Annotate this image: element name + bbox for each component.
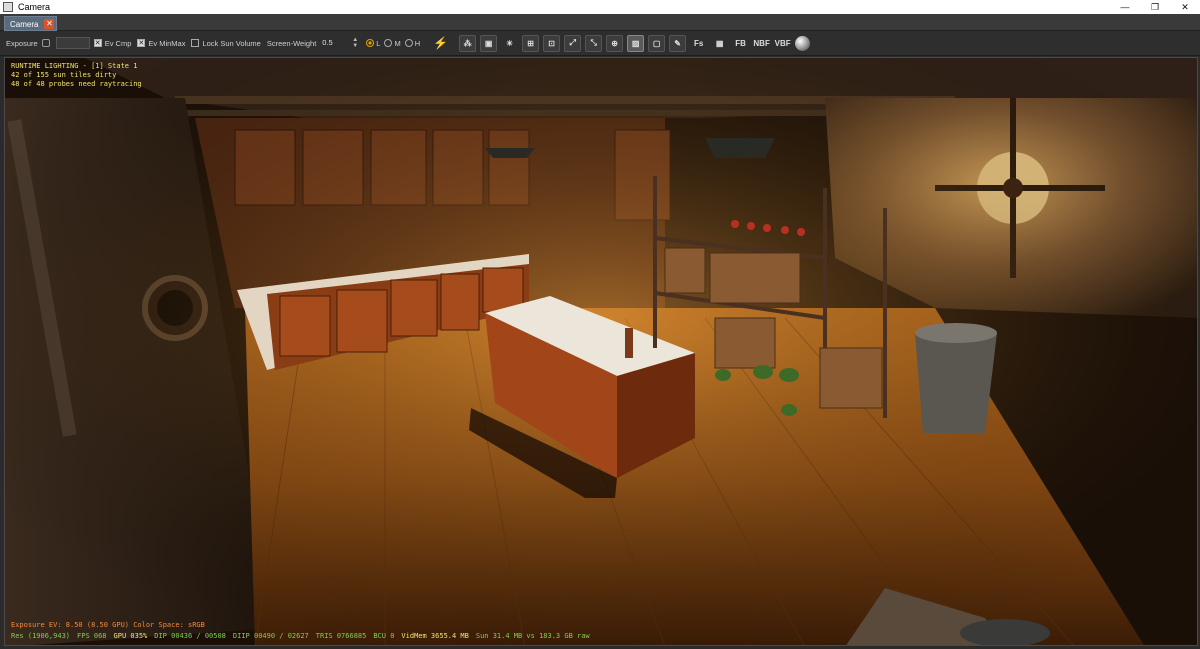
group-objects-icon[interactable]: ⁂ [459, 34, 477, 52]
stat-diip: DIIP 00490 / 02627 [232, 632, 309, 640]
app-icon [3, 2, 13, 12]
title-bar: Camera — ❐ ✕ [0, 0, 1200, 14]
material-sphere-icon[interactable] [795, 35, 811, 51]
window-controls: — ❐ ✕ [1110, 0, 1200, 14]
tab-camera[interactable]: Camera ✕ [4, 16, 58, 31]
stat-tris: TRIS 0766885 [315, 632, 367, 640]
ev-minmax-checkbox[interactable]: ✕ [137, 39, 146, 47]
add-view-icon[interactable]: ⊕ [606, 34, 624, 52]
frame-icon[interactable]: ▢ [648, 34, 666, 52]
stat-resolution: Res (1906,943) [11, 632, 71, 640]
stat-sun: Sun 31.4 MB vs 183.3 GB raw [475, 632, 590, 640]
collapse-icon[interactable]: ⤡ [585, 34, 603, 52]
sun-tiles-status: 42 of 155 sun tiles dirty [11, 71, 117, 79]
quality-medium-radio[interactable] [384, 39, 393, 47]
window-title: Camera [18, 2, 51, 12]
lock-sun-volume-toggle[interactable]: Lock Sun Volume [191, 38, 261, 48]
quality-high-option[interactable]: H [404, 38, 421, 48]
expand-icon[interactable]: ⤢ [564, 34, 582, 52]
ev-minmax-toggle[interactable]: ✕ Ev MinMax [137, 39, 185, 48]
edit-icon[interactable]: ✎ [669, 34, 687, 52]
lightning-icon[interactable]: ⚡ [432, 35, 449, 52]
stat-gpu: GPU 035% [113, 632, 148, 640]
image-view-icon[interactable]: ▨ [627, 34, 645, 52]
lock-sun-volume-label: Lock Sun Volume [202, 38, 261, 48]
probes-status: 48 of 48 probes need raytracing [11, 80, 142, 88]
stat-fps: FPS 068 [77, 632, 107, 640]
quality-low-option[interactable]: L [366, 39, 380, 48]
grid-mesh-icon[interactable]: ▦ [711, 35, 728, 52]
runtime-lighting-title: RUNTIME LIGHTING - [1] State 1 [11, 62, 138, 70]
quality-low-radio[interactable] [366, 39, 375, 47]
restore-button[interactable]: ❐ [1140, 0, 1170, 14]
ev-cmp-checkbox[interactable]: ✕ [93, 39, 102, 47]
sun-icon[interactable]: ☀ [501, 35, 518, 52]
exposure-info: Exposure EV: 8.50 (8.50 GPU) Color Space… [11, 621, 205, 629]
zoom-in-icon[interactable]: ⊞ [522, 34, 540, 52]
stat-bcu: BCU 0 [373, 632, 395, 640]
lighting-status-overlay: RUNTIME LIGHTING - [1] State 1 42 of 155… [11, 62, 142, 89]
quality-high-radio[interactable] [404, 39, 413, 47]
screen-weight-spinner-icon[interactable]: ▲ ▼ [352, 37, 360, 49]
tab-strip: Camera ✕ [0, 14, 1200, 31]
exposure-label: Exposure [6, 38, 38, 48]
camera-viewport[interactable]: RUNTIME LIGHTING - [1] State 1 42 of 155… [4, 57, 1198, 646]
tab-close-icon[interactable]: ✕ [44, 19, 55, 29]
stat-dip: DIP 00436 / 00508 [154, 632, 226, 640]
close-button[interactable]: ✕ [1170, 0, 1200, 14]
fs-icon[interactable]: Fs [690, 35, 707, 52]
zoom-region-icon[interactable]: ⊡ [543, 34, 561, 52]
camera-toolbar: Exposure ✕ Ev Cmp ✕ Ev MinMax Lock Sun V… [0, 31, 1200, 56]
ev-cmp-toggle[interactable]: ✕ Ev Cmp [93, 38, 132, 48]
kitchen-scene-render [5, 58, 1197, 645]
lock-sun-volume-checkbox[interactable] [191, 39, 200, 47]
exposure-lock-icon[interactable] [41, 39, 50, 47]
quality-high-label: H [414, 38, 421, 48]
nbf-icon[interactable]: NBF [753, 35, 770, 52]
render-stats-bar: Res (1906,943) FPS 068 GPU 035% DIP 0043… [11, 632, 590, 641]
quality-medium-option[interactable]: M [384, 38, 401, 48]
quality-low-label: L [376, 38, 381, 48]
quality-medium-label: M [394, 38, 401, 48]
screen-weight-label: Screen-Weight [266, 38, 317, 48]
ev-cmp-label: Ev Cmp [104, 38, 132, 48]
vbf-icon[interactable]: VBF [774, 35, 791, 52]
exposure-input[interactable] [55, 37, 90, 49]
tab-camera-label: Camera [10, 20, 39, 29]
ev-minmax-label: Ev MinMax [148, 38, 186, 48]
fb-icon[interactable]: FB [732, 35, 749, 52]
minimize-button[interactable]: — [1110, 0, 1140, 14]
screen-capture-icon[interactable]: ▣ [480, 34, 498, 52]
camera-window: Camera — ❐ ✕ Camera ✕ Exposure ✕ Ev Cmp … [0, 0, 1200, 649]
stat-vidmem: VidMem 3655.4 MB [401, 632, 469, 640]
screen-weight-input[interactable]: 0.5 [320, 37, 350, 49]
